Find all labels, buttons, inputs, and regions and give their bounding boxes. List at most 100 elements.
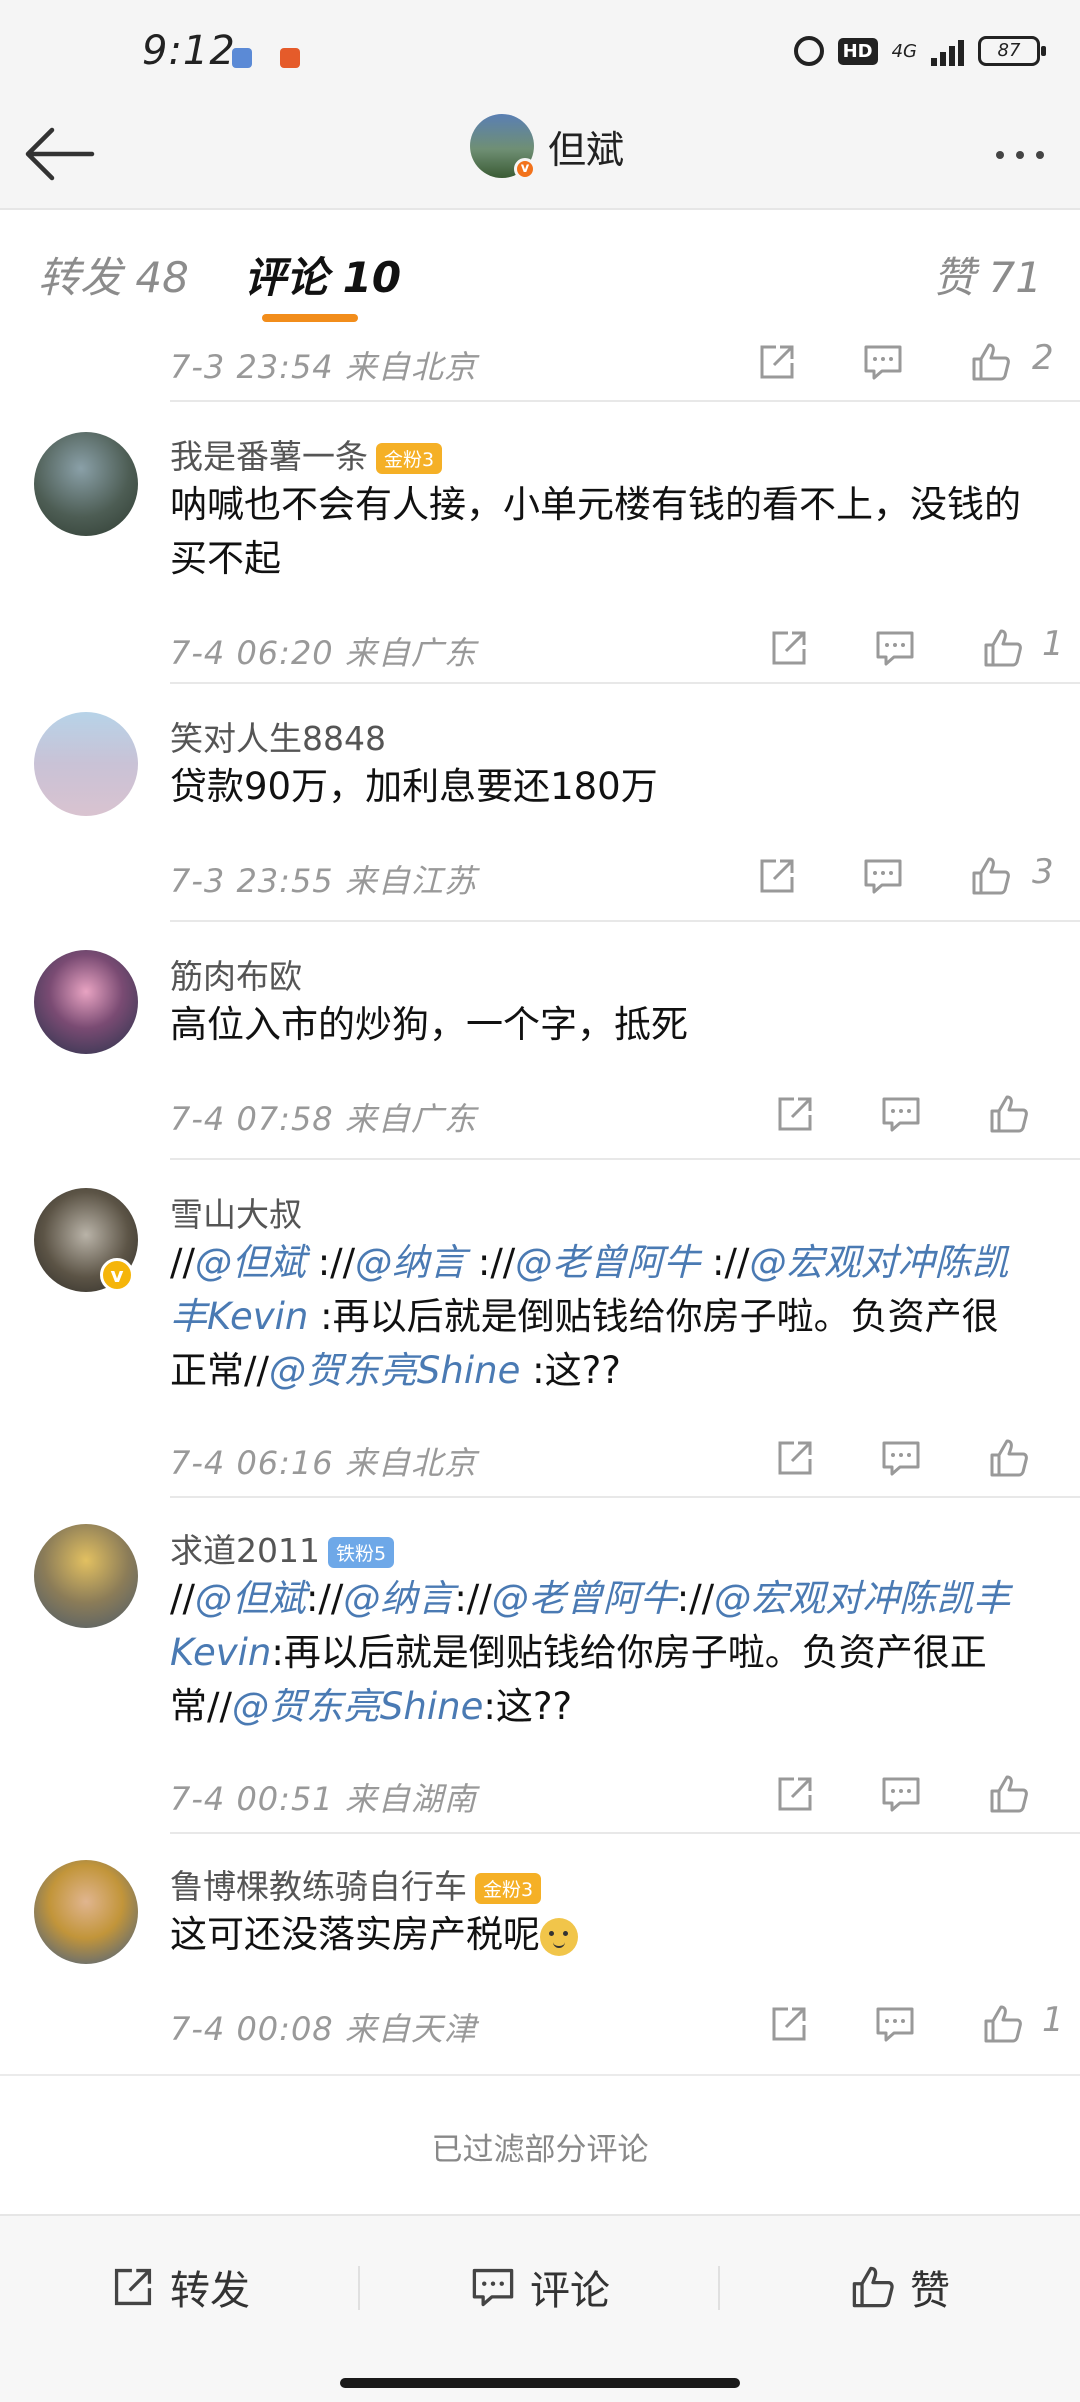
comment-author[interactable]: 笑对人生8848 xyxy=(170,712,386,760)
mention-link[interactable]: @纳言 xyxy=(343,1577,454,1620)
app-notification-icon xyxy=(232,48,252,68)
thumbs-up-icon xyxy=(984,2005,1022,2043)
tab-bar: 转发 48 评论 10 赞 71 xyxy=(0,210,1080,328)
avatar[interactable] xyxy=(34,1524,138,1628)
verified-icon: v xyxy=(100,1258,134,1292)
avatar[interactable]: v xyxy=(470,114,536,180)
comment-time: 7-3 23:54 来自北京 xyxy=(170,348,477,386)
comment-text: 贷款90万，加利息要还180万 xyxy=(170,765,658,808)
mention-link[interactable]: @贺东亮Shine xyxy=(269,1349,520,1392)
avatar[interactable] xyxy=(34,712,138,816)
mention-link[interactable]: @但斌 xyxy=(195,1241,306,1284)
back-button[interactable] xyxy=(20,120,100,188)
share-icon xyxy=(772,2007,806,2041)
reply-button[interactable] xyxy=(874,1768,928,1820)
share-icon xyxy=(760,345,794,379)
comment-author[interactable]: 我是番薯一条 金粉3 xyxy=(170,430,443,478)
comment-actions: 3 xyxy=(750,842,1080,910)
comment-author[interactable]: 求道2011 铁粉5 xyxy=(170,1524,395,1572)
thumbs-up-icon xyxy=(990,1095,1028,1133)
share-button[interactable] xyxy=(768,1088,822,1140)
app-notification-icon xyxy=(280,48,300,68)
divider xyxy=(170,682,1080,684)
reply-button[interactable] xyxy=(856,850,910,902)
like-count: 1 xyxy=(1042,2000,1064,2040)
fan-badge: 金粉3 xyxy=(475,1873,542,1904)
mention-link[interactable]: @但斌 xyxy=(195,1577,306,1620)
like-button[interactable] xyxy=(976,1998,1030,2050)
reply-button[interactable] xyxy=(874,1088,928,1140)
fan-badge: 铁粉5 xyxy=(327,1537,395,1568)
back-arrow-icon xyxy=(25,127,95,181)
status-indicators: HD 4G 87 xyxy=(793,36,1046,66)
repost-button[interactable]: 转发 xyxy=(0,2242,360,2332)
mention-link[interactable]: @贺东亮Shine xyxy=(232,1685,483,1728)
comment-list[interactable]: 7-3 23:54 来自北京 2 我是番薯一条 金粉3 呐喊也不会有人接，小单元楼… xyxy=(0,328,1080,2214)
comment-actions: 1 xyxy=(762,1990,1080,2058)
divider xyxy=(170,1832,1080,1834)
comment-meta-row: 7-4 00:51 来自湖南 xyxy=(0,1760,1080,1828)
avatar[interactable] xyxy=(34,950,138,1054)
thumbs-up-icon xyxy=(990,1439,1028,1477)
comment-meta-row: 7-3 23:54 来自北京 2 xyxy=(0,328,1080,396)
thumbs-up-icon xyxy=(972,857,1010,895)
page-title: 但斌 xyxy=(548,127,625,172)
share-button[interactable] xyxy=(762,1998,816,2050)
hd-icon: HD xyxy=(837,37,878,65)
comment-icon xyxy=(882,1777,920,1812)
like-button[interactable] xyxy=(982,1432,1036,1484)
comment-time: 7-4 00:08 来自天津 xyxy=(170,2010,477,2048)
comment-time: 7-4 06:16 来自北京 xyxy=(170,1444,477,1482)
filtered-comments-note: 已过滤部分评论 xyxy=(431,2132,649,2168)
like-button[interactable] xyxy=(982,1088,1036,1140)
share-button[interactable] xyxy=(768,1768,822,1820)
comment-text: 这可还没落实房产税呢 xyxy=(170,1908,1030,1962)
like-button[interactable]: 赞 xyxy=(720,2242,1080,2332)
battery-icon: 87 xyxy=(978,36,1046,66)
like-label: 赞 xyxy=(910,2268,950,2314)
thumbs-up-icon xyxy=(990,1775,1028,1813)
fan-badge: 金粉3 xyxy=(376,443,443,474)
divider xyxy=(0,2074,1080,2076)
comment-button[interactable]: 评论 xyxy=(360,2242,720,2332)
comment-icon xyxy=(472,2268,514,2307)
comment-actions xyxy=(768,1760,1080,1828)
avatar[interactable] xyxy=(34,1860,138,1964)
mention-link[interactable]: @老曾阿牛 xyxy=(515,1241,700,1284)
share-button[interactable] xyxy=(750,850,804,902)
like-button[interactable] xyxy=(982,1768,1036,1820)
mention-link[interactable]: @纳言 xyxy=(355,1241,466,1284)
reply-button[interactable] xyxy=(874,1432,928,1484)
thumbs-up-icon xyxy=(852,2266,894,2308)
header-user[interactable]: v 但斌 xyxy=(470,114,625,180)
like-button[interactable] xyxy=(976,622,1030,674)
comment-icon xyxy=(882,1441,920,1476)
reply-button[interactable] xyxy=(868,1998,922,2050)
comment-text: 高位入市的炒狗，一个字，抵死 xyxy=(170,1003,688,1046)
home-indicator[interactable] xyxy=(340,2378,740,2388)
comment-text: 呐喊也不会有人接，小单元楼有钱的看不上，没钱的买不起 xyxy=(170,483,1021,580)
comment-author[interactable]: 鲁博棵教练骑自行车 金粉3 xyxy=(170,1860,542,1908)
comment-author[interactable]: 雪山大叔 xyxy=(170,1188,302,1236)
thumbs-up-icon xyxy=(972,343,1010,381)
tab-like[interactable]: 赞 71 xyxy=(933,244,1042,305)
mention-link[interactable]: @老曾阿牛 xyxy=(492,1577,677,1620)
like-button[interactable] xyxy=(964,336,1018,388)
tab-repost[interactable]: 转发 48 xyxy=(38,244,189,305)
comment-meta-row: 7-3 23:55 来自江苏 3 xyxy=(0,842,1080,910)
share-icon xyxy=(778,1777,812,1811)
reply-button[interactable] xyxy=(868,622,922,674)
thumbs-up-icon xyxy=(984,629,1022,667)
share-button[interactable] xyxy=(768,1432,822,1484)
share-button[interactable] xyxy=(762,622,816,674)
reply-button[interactable] xyxy=(856,336,910,388)
divider xyxy=(170,400,1080,402)
comment-label: 评论 xyxy=(530,2268,610,2314)
like-count: 2 xyxy=(1032,338,1054,378)
share-button[interactable] xyxy=(750,336,804,388)
like-button[interactable] xyxy=(964,850,1018,902)
comment-author[interactable]: 筋肉布欧 xyxy=(170,950,302,998)
avatar[interactable] xyxy=(34,432,138,536)
tab-comment[interactable]: 评论 10 xyxy=(244,244,401,305)
more-button[interactable] xyxy=(980,130,1060,180)
